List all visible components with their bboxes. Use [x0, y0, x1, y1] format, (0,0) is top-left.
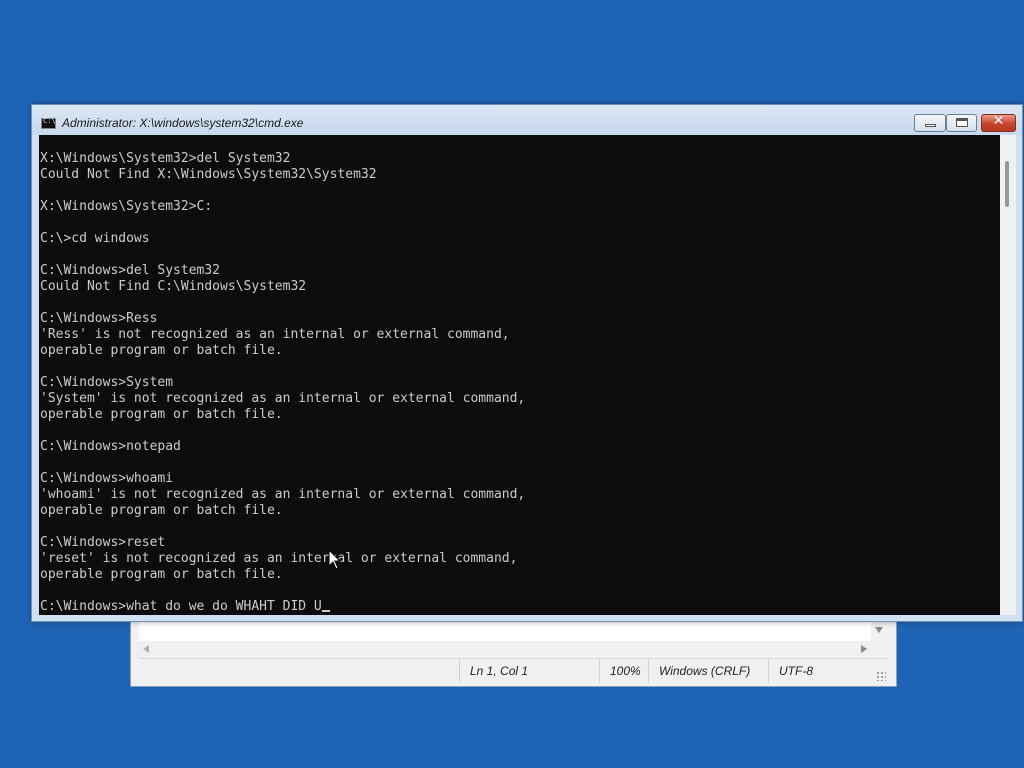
- console-line: C:\Windows>whoami: [40, 471, 174, 486]
- maximize-icon: [956, 118, 968, 127]
- status-line-ending: Windows (CRLF): [648, 659, 768, 683]
- status-zoom: 100%: [599, 659, 649, 683]
- cmd-icon[interactable]: [41, 117, 56, 129]
- console-line: X:\Windows\System32>del System32: [40, 151, 291, 166]
- console-line: C:\Windows>System: [40, 375, 174, 390]
- text-cursor: [321, 610, 330, 612]
- console-line: C:\Windows>reset: [40, 535, 166, 550]
- console-line: 'Ress' is not recognized as an internal …: [40, 327, 510, 342]
- console-output[interactable]: X:\Windows\System32>del System32 Could N…: [39, 135, 1000, 615]
- notepad-horizontal-scrollbar[interactable]: [139, 641, 871, 658]
- console-line: Could Not Find C:\Windows\System32: [40, 279, 307, 294]
- console-line: C:\Windows>del System32: [40, 263, 221, 278]
- console-line: 'whoami' is not recognized as an interna…: [40, 487, 526, 502]
- scroll-left-arrow-icon[interactable]: [143, 645, 149, 653]
- scroll-right-arrow-icon[interactable]: [861, 645, 867, 653]
- console-text: X:\Windows\System32>del System32 Could N…: [40, 151, 525, 615]
- console-line: 'reset' is not recognized as an internal…: [40, 551, 518, 566]
- console-current-input[interactable]: C:\Windows>what do we do WHAHT DID U: [40, 599, 322, 614]
- console-vertical-scrollbar[interactable]: [1000, 135, 1016, 615]
- console-line: C:\Windows>Ress: [40, 311, 158, 326]
- maximize-button[interactable]: [946, 114, 977, 132]
- console-history: X:\Windows\System32>del System32 Could N…: [40, 151, 525, 582]
- window-title: Administrator: X:\windows\system32\cmd.e…: [62, 116, 304, 130]
- notepad-status-bar: Ln 1, Col 1 100% Windows (CRLF) UTF-8: [139, 658, 888, 683]
- console-line: operable program or batch file.: [40, 407, 283, 422]
- console-line: C:\Windows>notepad: [40, 439, 181, 454]
- scrollbar-thumb[interactable]: [1005, 161, 1009, 207]
- resize-grip-icon[interactable]: [876, 671, 886, 681]
- console-line: operable program or batch file.: [40, 503, 283, 518]
- scroll-down-arrow-icon[interactable]: [875, 627, 883, 633]
- status-cursor-position: Ln 1, Col 1: [459, 659, 599, 683]
- mouse-pointer-icon: [328, 549, 342, 570]
- minimize-icon: [925, 124, 936, 127]
- console-line: X:\Windows\System32>C:: [40, 199, 213, 214]
- status-encoding: UTF-8: [768, 659, 878, 683]
- cmd-window[interactable]: Administrator: X:\windows\system32\cmd.e…: [31, 104, 1023, 622]
- close-button[interactable]: ✕: [981, 113, 1016, 132]
- minimize-button[interactable]: [914, 114, 946, 132]
- console-line: Could Not Find X:\Windows\System32\Syste…: [40, 167, 377, 182]
- console-line: 'System' is not recognized as an interna…: [40, 391, 526, 406]
- console-line: C:\>cd windows: [40, 231, 150, 246]
- console-line: operable program or batch file.: [40, 567, 283, 582]
- console-line: operable program or batch file.: [40, 343, 283, 358]
- close-icon: ✕: [992, 113, 1005, 129]
- title-bar[interactable]: Administrator: X:\windows\system32\cmd.e…: [32, 105, 1022, 135]
